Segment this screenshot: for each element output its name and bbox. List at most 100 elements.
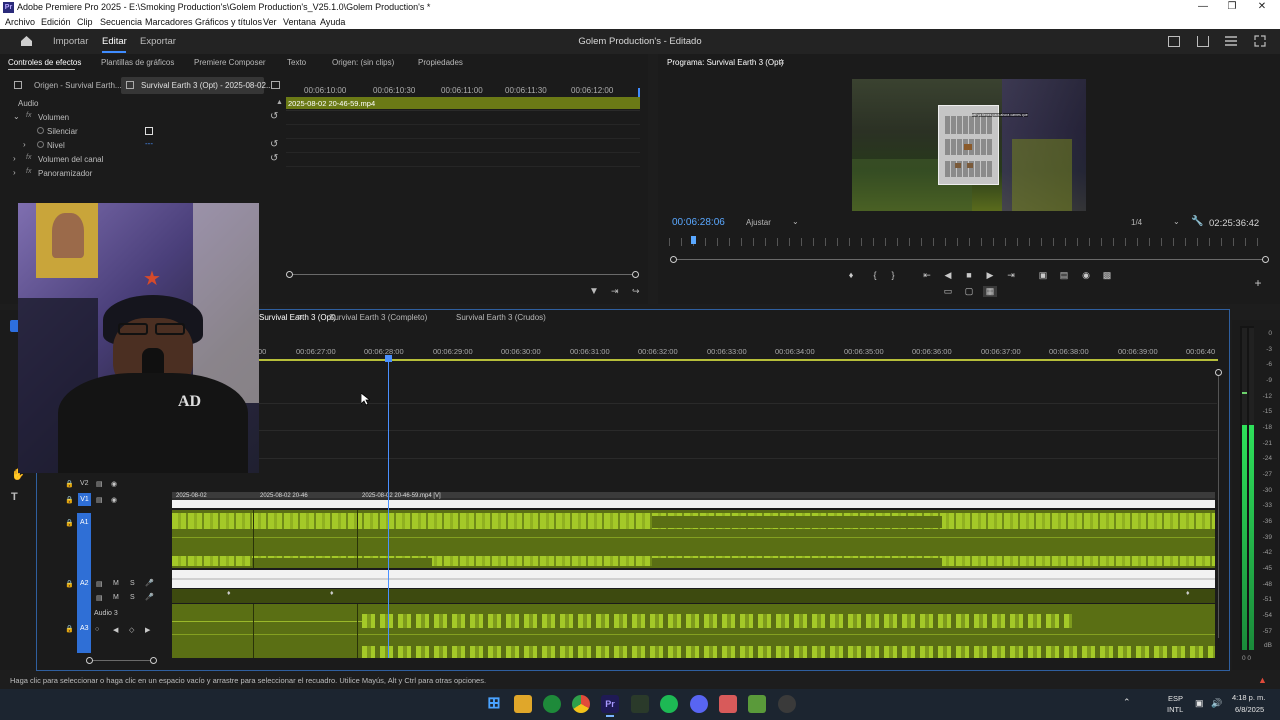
ec-keyframe-area[interactable]: [286, 110, 640, 180]
reset-icon[interactable]: ↺: [270, 153, 278, 164]
minimize-icon[interactable]: —: [1193, 1, 1213, 12]
camera-icon[interactable]: ◉: [1079, 270, 1093, 281]
keyframe-icon[interactable]: ♦: [330, 590, 334, 597]
stopwatch-icon[interactable]: [37, 141, 44, 148]
keyframe-icon[interactable]: ♦: [227, 590, 231, 597]
home-icon[interactable]: [20, 35, 33, 47]
track-label-a3[interactable]: A3: [80, 625, 89, 632]
compare-view-icon[interactable]: ▩: [1100, 270, 1114, 281]
windows-start-icon[interactable]: ⊞: [485, 695, 503, 713]
volume-knob-icon[interactable]: ○: [95, 626, 99, 633]
tab-propiedades[interactable]: Propiedades: [418, 58, 463, 67]
file-explorer-icon[interactable]: [514, 695, 532, 713]
resolution-dropdown[interactable]: 1/4 ⌄: [1125, 215, 1183, 229]
input-layout[interactable]: INTL: [1167, 705, 1183, 714]
wrench-icon[interactable]: 🔧: [1191, 216, 1203, 227]
fit-dropdown[interactable]: Ajustar ⌄: [740, 215, 802, 229]
taskbar-time[interactable]: 4:18 p. m.: [1232, 693, 1265, 702]
ec-zoom-handle-left[interactable]: [286, 271, 293, 278]
lock-icon[interactable]: 🔒: [65, 580, 74, 588]
a2-keyframe-lane[interactable]: ♦ ♦ ♦: [172, 589, 1215, 603]
ec-clip-bar[interactable]: 2025-08-02 20-46-59.mp4: [286, 97, 640, 109]
sync-lock-icon[interactable]: ▤: [96, 580, 103, 588]
fullscreen-icon[interactable]: [1254, 35, 1266, 47]
lock-icon[interactable]: 🔒: [65, 496, 74, 504]
menu-secuencia[interactable]: Secuencia: [100, 17, 142, 27]
v1-clip-body[interactable]: [172, 500, 1215, 508]
vertical-scroll-handle[interactable]: [1215, 369, 1222, 376]
lock-icon[interactable]: 🔒: [65, 519, 74, 527]
share-icon[interactable]: [1197, 36, 1209, 47]
stopwatch-icon[interactable]: [37, 127, 44, 134]
menu-archivo[interactable]: Archivo: [5, 17, 35, 27]
eye-icon[interactable]: ◉: [111, 480, 117, 488]
a1-audio-clip[interactable]: [172, 510, 1215, 568]
chevron-right-icon[interactable]: ›: [13, 168, 16, 177]
overlay-icon[interactable]: ▢: [962, 286, 976, 297]
microphone-icon[interactable]: 🎤: [145, 579, 154, 587]
timeline-playhead-head[interactable]: [385, 355, 392, 362]
tab-origen[interactable]: Origen: (sin clips): [332, 58, 394, 67]
v1-clip-strip[interactable]: 2025-08-02 2025-08-02 20-46 2025-08-02 2…: [172, 492, 1215, 508]
program-timecode[interactable]: 00:06:28:06: [672, 217, 725, 228]
network-icon[interactable]: ▣: [1195, 698, 1204, 709]
solo-button[interactable]: S: [130, 580, 135, 587]
nav-exportar[interactable]: Exportar: [140, 36, 176, 47]
taskbar-date[interactable]: 6/8/2025: [1235, 705, 1264, 714]
eye-icon[interactable]: ◉: [111, 496, 117, 504]
mark-out-icon[interactable]: }: [886, 270, 900, 280]
solo-button[interactable]: S: [130, 594, 135, 601]
tab-premiere-composer[interactable]: Premiere Composer: [194, 58, 266, 67]
nav-editar[interactable]: Editar: [102, 36, 127, 47]
add-button-icon[interactable]: +: [1251, 276, 1265, 290]
warning-icon[interactable]: ▲: [1258, 675, 1267, 685]
obs-icon[interactable]: [778, 695, 796, 713]
track-label-a2[interactable]: A2: [80, 580, 89, 587]
program-playhead[interactable]: [691, 236, 696, 244]
timeline-zoom-handle-left[interactable]: [86, 657, 93, 664]
nav-importar[interactable]: Importar: [53, 36, 88, 47]
chevron-right-icon[interactable]: ›: [23, 140, 26, 149]
sync-lock-icon[interactable]: ▤: [96, 496, 103, 504]
program-zoom-scrollbar[interactable]: [674, 259, 1264, 260]
timeline-zoom-scrollbar[interactable]: [90, 660, 154, 661]
mark-in-icon[interactable]: {: [868, 270, 882, 280]
chevron-down-icon[interactable]: ⌄: [13, 112, 20, 121]
program-mini-ruler[interactable]: [669, 238, 1269, 246]
step-forward-icon[interactable]: ▶: [983, 270, 997, 281]
lock-icon[interactable]: 🔒: [65, 480, 74, 488]
tab-sequence-completo[interactable]: Survival Earth 3 (Completo): [329, 313, 427, 322]
timeline-ruler[interactable]: 00 00:06:27:00 00:06:28:00 00:06:29:00 0…: [258, 343, 1218, 363]
chrome-icon[interactable]: [572, 695, 590, 713]
mute-button[interactable]: M: [113, 580, 119, 587]
input-language[interactable]: ESP: [1168, 694, 1183, 703]
reset-icon[interactable]: ↺: [270, 111, 278, 122]
add-marker-icon[interactable]: ♦: [844, 270, 858, 280]
export-frame-icon[interactable]: ↪: [632, 286, 640, 297]
sync-lock-icon[interactable]: ▤: [96, 594, 103, 602]
a2-audio-clip[interactable]: [172, 570, 1215, 588]
keyframe-icon[interactable]: ♦: [1186, 590, 1190, 597]
quick-export-icon[interactable]: [1168, 36, 1180, 47]
lock-icon[interactable]: 🔒: [65, 625, 74, 633]
close-icon[interactable]: ✕: [1252, 1, 1272, 12]
source-clip-selector[interactable]: Origen - Survival Earth...: [8, 77, 122, 94]
panel-menu-icon[interactable]: ≡: [779, 57, 784, 67]
menu-marcadores[interactable]: Marcadores: [145, 17, 193, 27]
volume-icon[interactable]: 🔊: [1211, 698, 1222, 709]
collapse-up-icon[interactable]: ▲: [276, 99, 283, 106]
fx-icon[interactable]: fx: [26, 154, 31, 161]
proxy-toggle-icon[interactable]: ▦: [983, 286, 997, 297]
fx-icon[interactable]: fx: [26, 112, 31, 119]
cursor-icon[interactable]: [631, 695, 649, 713]
sync-lock-icon[interactable]: ▤: [96, 480, 103, 488]
discord-icon[interactable]: [690, 695, 708, 713]
menu-graficos-titulos[interactable]: Gráficos y títulos: [195, 17, 262, 27]
track-label-v2[interactable]: V2: [80, 480, 89, 487]
chevron-right-icon[interactable]: ›: [13, 154, 16, 163]
extract-icon[interactable]: ▤: [1057, 270, 1071, 281]
work-area-bar[interactable]: [258, 359, 1218, 361]
microphone-icon[interactable]: 🎤: [145, 593, 154, 601]
tab-texto[interactable]: Texto: [287, 58, 306, 67]
program-zoom-handle-left[interactable]: [670, 256, 677, 263]
